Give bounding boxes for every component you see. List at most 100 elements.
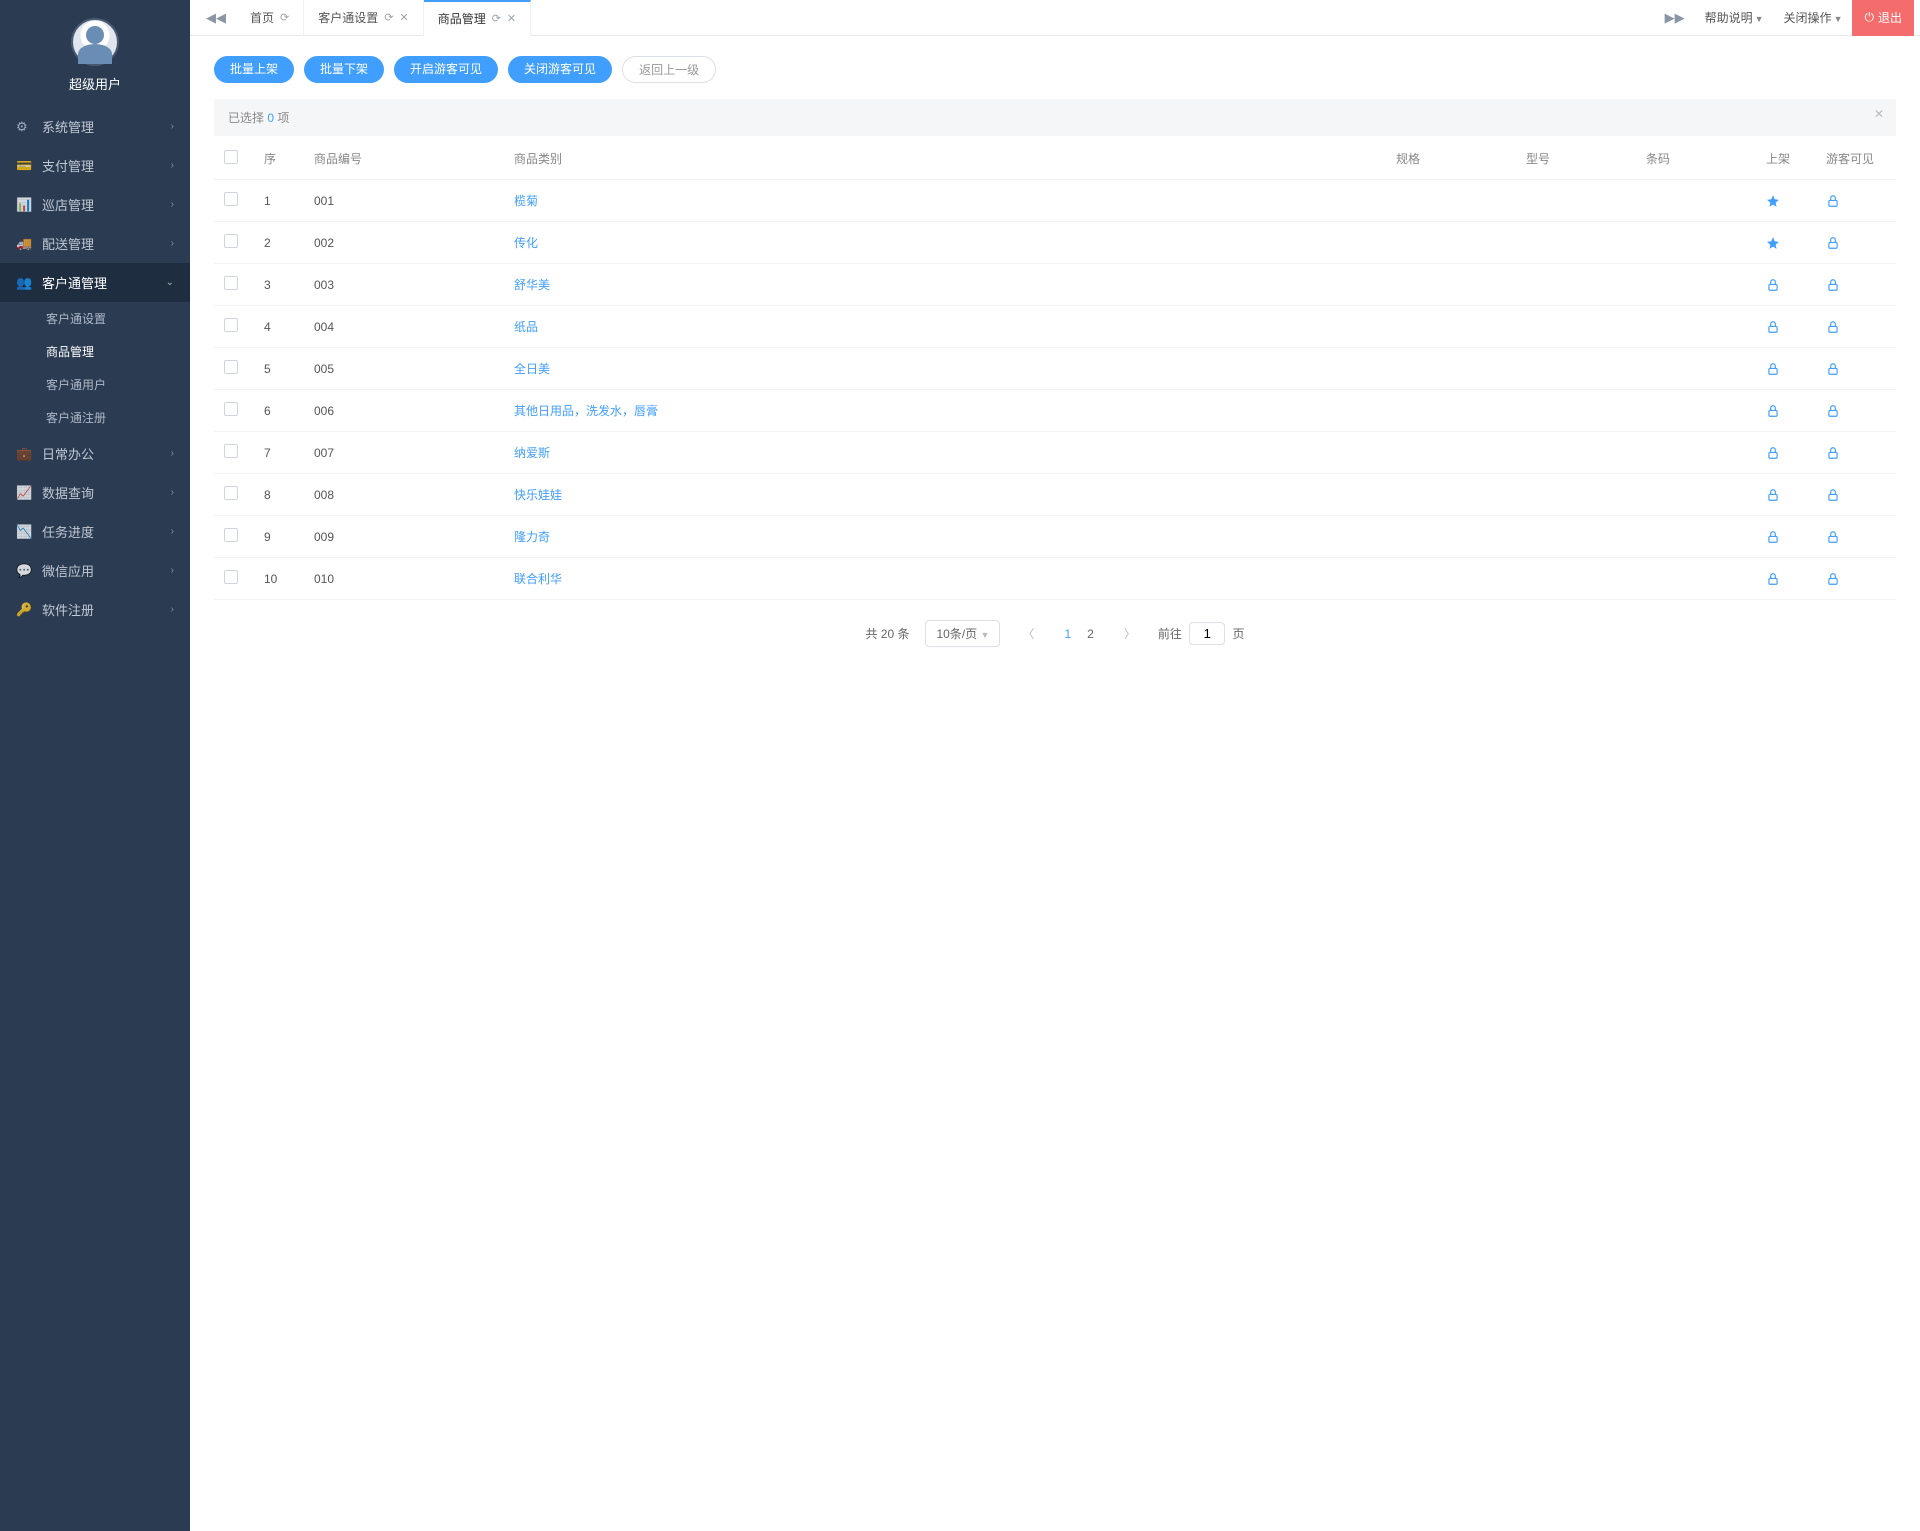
star-icon[interactable] (1766, 194, 1806, 208)
next-page-icon[interactable]: 〉 (1118, 625, 1142, 642)
refresh-icon[interactable]: ⟳ (492, 12, 501, 25)
exit-button[interactable]: ⏻退出 (1852, 0, 1914, 36)
row-checkbox[interactable] (224, 570, 238, 584)
row-checkbox[interactable] (224, 318, 238, 332)
cell-category-link[interactable]: 快乐娃娃 (504, 474, 1386, 516)
lock-icon[interactable] (1826, 404, 1886, 418)
cell-category-link[interactable]: 隆力奇 (504, 516, 1386, 558)
sidebar-item-9[interactable]: 🔑软件注册› (0, 590, 190, 629)
cell-category-link[interactable]: 榄菊 (504, 180, 1386, 222)
lock-icon[interactable] (1766, 572, 1806, 586)
lock-icon[interactable] (1826, 236, 1886, 250)
cell-category-link[interactable]: 全日美 (504, 348, 1386, 390)
cell-code: 003 (304, 264, 504, 306)
refresh-icon[interactable]: ⟳ (280, 11, 289, 24)
lock-icon[interactable] (1766, 404, 1806, 418)
lock-icon[interactable] (1826, 194, 1886, 208)
guest-off-button[interactable]: 关闭游客可见 (508, 56, 612, 83)
cell-code: 008 (304, 474, 504, 516)
briefcase-icon: 💼 (16, 446, 32, 462)
sidebar-item-5[interactable]: 💼日常办公› (0, 434, 190, 473)
sidebar-item-1[interactable]: 💳支付管理› (0, 146, 190, 185)
back-up-button[interactable]: 返回上一级 (622, 56, 716, 83)
cell-category-link[interactable]: 其他日用品，洗发水，唇膏 (504, 390, 1386, 432)
goto-suffix: 页 (1233, 627, 1245, 641)
sidebar-item-7[interactable]: 📉任务进度› (0, 512, 190, 551)
page-1[interactable]: 1 (1056, 627, 1079, 641)
row-checkbox[interactable] (224, 444, 238, 458)
refresh-icon[interactable]: ⟳ (384, 11, 393, 24)
truck-icon: 🚚 (16, 236, 32, 252)
col-onshelf: 上架 (1756, 138, 1816, 180)
guest-on-button[interactable]: 开启游客可见 (394, 56, 498, 83)
close-op-link[interactable]: 关闭操作▼ (1774, 9, 1853, 26)
lock-icon[interactable] (1766, 278, 1806, 292)
lock-icon[interactable] (1826, 320, 1886, 334)
sidebar-item-8[interactable]: 💬微信应用› (0, 551, 190, 590)
tab-1[interactable]: 客户通设置⟳✕ (304, 0, 423, 36)
chevron-down-icon: ▼ (1834, 14, 1843, 24)
lock-icon[interactable] (1766, 488, 1806, 502)
cell-category-link[interactable]: 纸品 (504, 306, 1386, 348)
wechat-icon: 💬 (16, 563, 32, 579)
col-guest: 游客可见 (1816, 138, 1896, 180)
cell-category-link[interactable]: 纳爱斯 (504, 432, 1386, 474)
star-icon[interactable] (1766, 236, 1806, 250)
cell-seq: 4 (254, 306, 304, 348)
sidebar-item-6[interactable]: 📈数据查询› (0, 473, 190, 512)
tabs-scroll-left-icon[interactable]: ◀◀ (196, 10, 236, 26)
tabs-scroll-right-icon[interactable]: ▶▶ (1655, 10, 1695, 26)
chevron-right-icon: › (171, 526, 174, 537)
chevron-right-icon: › (171, 238, 174, 249)
lock-icon[interactable] (1826, 278, 1886, 292)
batch-off-button[interactable]: 批量下架 (304, 56, 384, 83)
row-checkbox[interactable] (224, 360, 238, 374)
tab-0[interactable]: 首页⟳ (236, 0, 304, 36)
lock-icon[interactable] (1826, 572, 1886, 586)
row-checkbox[interactable] (224, 192, 238, 206)
lock-icon[interactable] (1826, 446, 1886, 460)
select-all-checkbox[interactable] (224, 150, 238, 164)
sidebar-sub-item-0[interactable]: 客户通设置 (0, 302, 190, 335)
row-checkbox[interactable] (224, 528, 238, 542)
close-icon[interactable]: ✕ (399, 11, 408, 24)
row-checkbox[interactable] (224, 402, 238, 416)
selection-suffix: 项 (274, 111, 289, 125)
lock-icon[interactable] (1766, 320, 1806, 334)
row-checkbox[interactable] (224, 486, 238, 500)
chevron-right-icon: › (171, 199, 174, 210)
batch-on-button[interactable]: 批量上架 (214, 56, 294, 83)
prev-page-icon[interactable]: 〈 (1016, 625, 1040, 642)
lock-icon[interactable] (1766, 446, 1806, 460)
row-checkbox[interactable] (224, 276, 238, 290)
page-2[interactable]: 2 (1079, 627, 1102, 641)
sidebar-item-3[interactable]: 🚚配送管理› (0, 224, 190, 263)
lock-icon[interactable] (1826, 362, 1886, 376)
sidebar-sub-item-1[interactable]: 商品管理 (0, 335, 190, 368)
close-icon[interactable]: ✕ (1874, 107, 1884, 121)
sidebar-item-2[interactable]: 📊巡店管理› (0, 185, 190, 224)
close-icon[interactable]: ✕ (507, 12, 516, 25)
tab-2[interactable]: 商品管理⟳✕ (424, 0, 531, 36)
cell-seq: 5 (254, 348, 304, 390)
avatar[interactable] (71, 18, 119, 66)
sidebar-item-4[interactable]: 👥客户通管理⌄ (0, 263, 190, 302)
cell-category-link[interactable]: 传化 (504, 222, 1386, 264)
lock-icon[interactable] (1766, 530, 1806, 544)
lock-icon[interactable] (1766, 362, 1806, 376)
lock-icon[interactable] (1826, 530, 1886, 544)
cell-code: 002 (304, 222, 504, 264)
lock-icon[interactable] (1826, 488, 1886, 502)
cell-category-link[interactable]: 舒华美 (504, 264, 1386, 306)
sidebar-sub-item-2[interactable]: 客户通用户 (0, 368, 190, 401)
goto-input[interactable] (1189, 622, 1225, 645)
sidebar-item-label: 系统管理 (42, 117, 94, 136)
cell-category-link[interactable]: 联合利华 (504, 558, 1386, 600)
sidebar-item-0[interactable]: ⚙系统管理› (0, 107, 190, 146)
sidebar-sub-item-3[interactable]: 客户通注册 (0, 401, 190, 434)
sidebar-item-label: 软件注册 (42, 600, 94, 619)
sidebar-item-label: 微信应用 (42, 561, 94, 580)
help-link[interactable]: 帮助说明▼ (1695, 9, 1774, 26)
row-checkbox[interactable] (224, 234, 238, 248)
page-size-select[interactable]: 10条/页 ▼ (925, 620, 1000, 647)
